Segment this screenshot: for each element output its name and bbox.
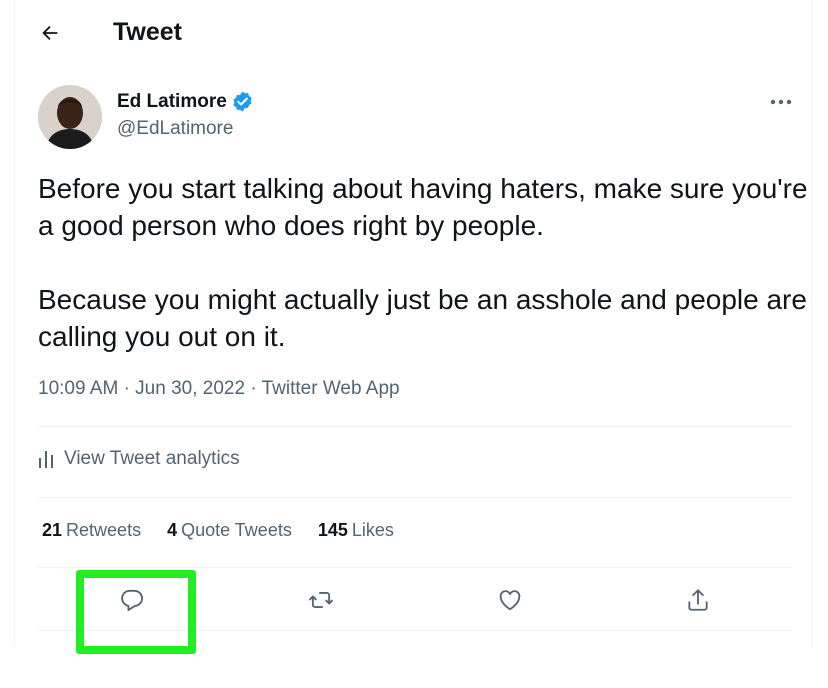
retweet-button[interactable] <box>301 580 341 620</box>
divider <box>38 497 792 498</box>
quotes-count: 4 <box>167 520 178 540</box>
reply-button[interactable] <box>112 580 152 620</box>
avatar[interactable] <box>38 85 102 149</box>
tweet-paragraph: Because you might actually just be an as… <box>38 284 807 352</box>
tweet-source[interactable]: Twitter Web App <box>262 378 400 399</box>
author-name: Ed Latimore <box>117 90 227 112</box>
divider <box>38 567 792 568</box>
verified-badge-icon <box>231 90 254 113</box>
meta-separator: · <box>123 378 136 399</box>
tweet-metadata: 10:09 AM · Jun 30, 2022 · Twitter Web Ap… <box>38 378 400 400</box>
reply-icon <box>121 589 143 611</box>
tweet-time[interactable]: 10:09 AM <box>38 378 118 399</box>
more-options-button[interactable] <box>763 88 799 116</box>
arrow-left-icon <box>42 25 58 41</box>
likes-stat[interactable]: 145 Likes <box>318 520 394 541</box>
tweet-paragraph: Before you start talking about having ha… <box>38 173 808 241</box>
tweet-date[interactable]: Jun 30, 2022 <box>135 378 245 399</box>
likes-label: Likes <box>351 520 394 540</box>
header: Tweet <box>15 0 811 66</box>
quotes-label: Quote Tweets <box>181 520 292 540</box>
meta-separator: · <box>250 378 262 399</box>
retweets-count: 21 <box>42 520 63 540</box>
divider <box>38 630 792 631</box>
tweet-column: Tweet Ed Latimore @EdLatimore Before you… <box>14 0 812 646</box>
author-handle[interactable]: @EdLatimore <box>117 118 233 140</box>
retweet-icon <box>309 592 333 608</box>
author-name-row[interactable]: Ed Latimore <box>117 90 254 113</box>
analytics-bars-icon <box>39 451 53 468</box>
divider <box>38 426 792 427</box>
like-button[interactable] <box>490 580 530 620</box>
share-icon <box>688 589 708 611</box>
back-button[interactable] <box>35 18 65 48</box>
avatar-image <box>38 85 102 149</box>
retweets-label: Retweets <box>66 520 142 540</box>
likes-count: 145 <box>317 520 348 540</box>
tweet-text: Before you start talking about having ha… <box>38 170 808 355</box>
analytics-label: View Tweet analytics <box>64 448 240 469</box>
like-icon <box>499 590 521 611</box>
page-title: Tweet <box>113 18 182 46</box>
view-analytics-link[interactable]: View Tweet analytics <box>38 448 240 470</box>
share-button[interactable] <box>678 580 718 620</box>
tweet-stats: 21 Retweets 4 Quote Tweets 145 Likes <box>42 520 420 541</box>
quote-tweets-stat[interactable]: 4 Quote Tweets <box>167 520 292 541</box>
more-icon <box>770 99 792 105</box>
retweets-stat[interactable]: 21 Retweets <box>42 520 141 541</box>
